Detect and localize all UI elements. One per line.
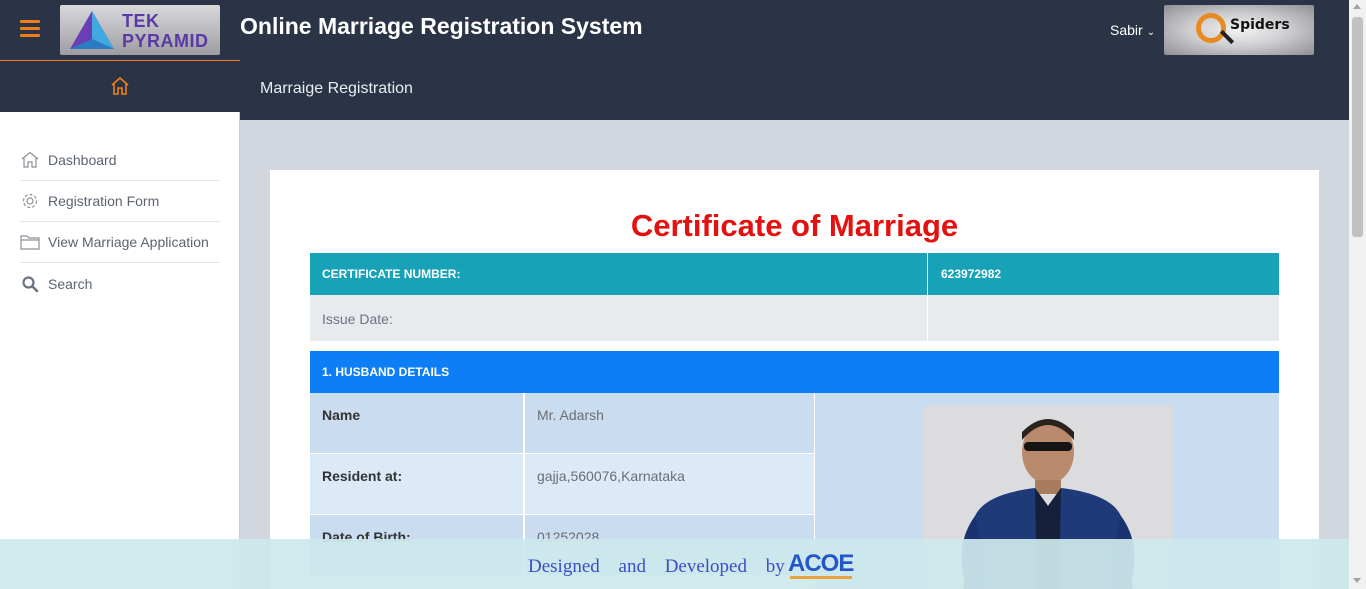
- menu-toggle-icon[interactable]: [20, 20, 40, 38]
- footer-banner: Designed and Developed by ACOE: [0, 539, 1349, 589]
- qspiders-logo[interactable]: Spiders: [1164, 5, 1314, 55]
- sidebar-item-registration-form[interactable]: Registration Form: [20, 181, 220, 222]
- tekpyramid-logo[interactable]: TEK PYRAMID: [60, 5, 220, 55]
- sidebar-header: [0, 60, 240, 112]
- footer-credit-text: Designed and Developed by: [528, 556, 785, 577]
- content-header: Marraige Registration: [240, 60, 1349, 120]
- app-title: Online Marriage Registration System: [240, 13, 643, 39]
- page-scrollbar[interactable]: [1349, 0, 1366, 589]
- sidebar-item-dashboard[interactable]: Dashboard: [20, 140, 220, 181]
- acoe-logo-underline: [790, 576, 852, 579]
- field-label: Resident at:: [310, 454, 524, 514]
- sidebar-item-label: View Marriage Application: [48, 234, 209, 250]
- chevron-down-icon: ⌄: [1146, 27, 1156, 38]
- table-row: Resident at: gajja,560076,Karnataka: [310, 454, 814, 515]
- acoe-logo: ACOE: [788, 550, 854, 577]
- field-value: gajja,560076,Karnataka: [525, 454, 814, 514]
- field-value: Mr. Adarsh: [525, 393, 814, 453]
- issue-date-label: Issue Date:: [310, 295, 928, 341]
- husband-details-heading: 1. HUSBAND DETAILS: [310, 351, 1279, 393]
- field-label: Name: [310, 393, 524, 453]
- user-name: Sabir: [1110, 22, 1143, 38]
- pyramid-icon: [70, 11, 114, 49]
- issue-date-value: [929, 295, 1279, 341]
- top-navbar: TEK PYRAMID Online Marriage Registration…: [0, 0, 1349, 60]
- home-icon: [20, 150, 40, 170]
- logo-text-line2: PYRAMID: [122, 31, 209, 51]
- scroll-down-icon[interactable]: [1353, 578, 1361, 583]
- certificate-panel: Certificate of Marriage CERTIFICATE NUMB…: [270, 170, 1319, 589]
- folder-icon: [20, 232, 40, 252]
- page-title: Marraige Registration: [260, 80, 413, 97]
- certificate-number-value: 623972982: [941, 267, 1002, 281]
- qspiders-logo-text: Spiders: [1230, 17, 1290, 33]
- scroll-up-icon[interactable]: [1353, 4, 1361, 9]
- logo-text-line1: TEK: [122, 11, 160, 31]
- search-icon: [20, 274, 40, 294]
- home-icon[interactable]: [110, 76, 130, 96]
- sidebar-item-view-marriage-application[interactable]: View Marriage Application: [20, 222, 220, 263]
- user-menu-dropdown[interactable]: Sabir ⌄: [1110, 22, 1155, 38]
- table-row: Name Mr. Adarsh: [310, 393, 814, 454]
- sidebar-item-label: Dashboard: [48, 152, 117, 168]
- certificate-number-row: CERTIFICATE NUMBER: 623972982: [310, 253, 1279, 295]
- issue-date-row: Issue Date:: [310, 295, 1279, 341]
- certificate-title: Certificate of Marriage: [630, 208, 959, 243]
- gear-icon: [20, 191, 40, 211]
- sidebar-item-search[interactable]: Search: [20, 263, 220, 304]
- sidebar-item-label: Search: [48, 275, 93, 292]
- sidebar-nav: Dashboard Registration Form View Marriag…: [20, 140, 220, 304]
- sidebar: Dashboard Registration Form View Marriag…: [0, 112, 240, 589]
- sidebar-item-label: Registration Form: [48, 193, 160, 209]
- q-ring-icon: [1196, 13, 1226, 43]
- scrollbar-thumb[interactable]: [1352, 17, 1363, 237]
- certificate-number-label: CERTIFICATE NUMBER:: [310, 253, 928, 295]
